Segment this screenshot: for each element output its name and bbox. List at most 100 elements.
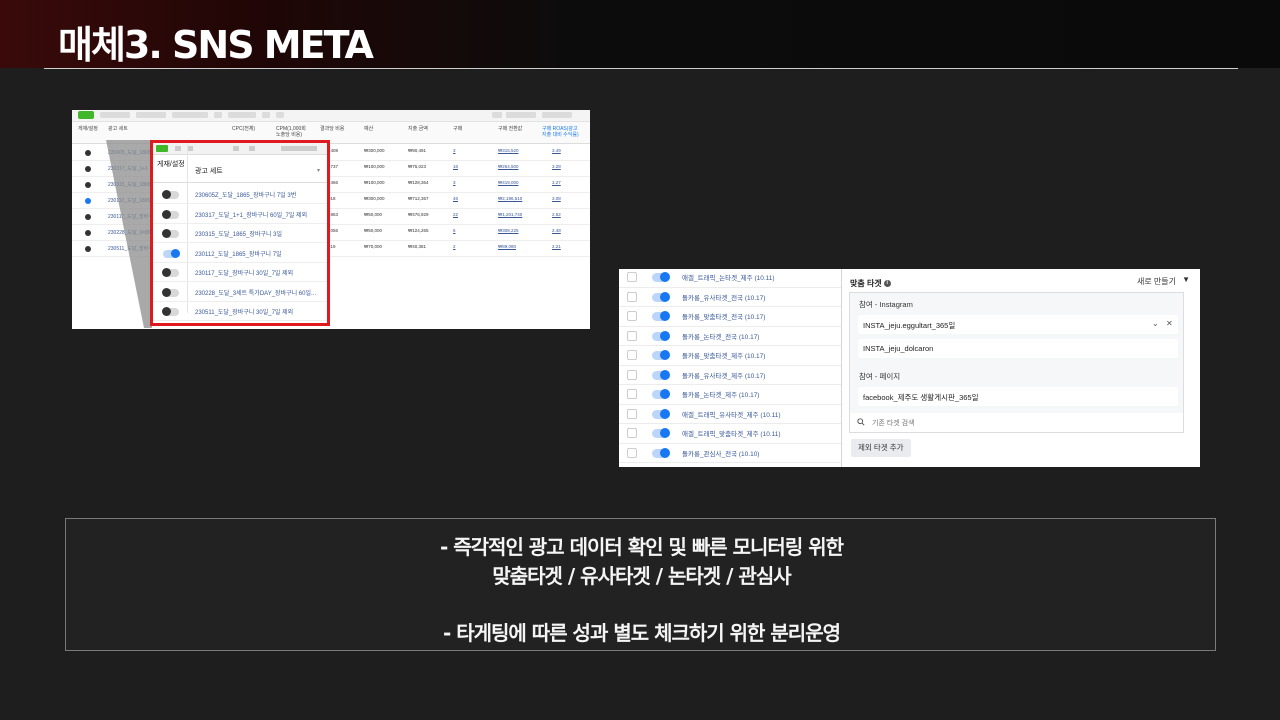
- audience-chip-label: INSTA_jeju_dolcaron: [863, 344, 934, 353]
- delivery-toggle[interactable]: [162, 229, 179, 238]
- adset-name[interactable]: 230117_도달_장바구니 30일_7일 제외: [195, 268, 293, 277]
- adset-name[interactable]: 230317_도달_1+1_장바구니 60일_7일 제외: [195, 210, 307, 219]
- audience-selection-box: 참여 - Instagram INSTA_jeju.eggultart_365일…: [849, 292, 1184, 433]
- delivery-toggle[interactable]: [652, 447, 670, 458]
- delivery-toggle[interactable]: [652, 350, 670, 360]
- list-item[interactable]: 돌카롱_맞춤타겟_전국 (10.17): [619, 307, 841, 327]
- create-new-button[interactable]: 새로 만들기: [1137, 276, 1176, 287]
- toolbar-icon[interactable]: [233, 146, 239, 151]
- toggle-knob: [660, 389, 670, 399]
- summary-line-2: 맞춤타겟 / 유사타겟 / 논타겟 / 관심사: [492, 564, 791, 588]
- chevron-down-icon[interactable]: ⌄: [1152, 319, 1159, 328]
- delivery-toggle[interactable]: [652, 389, 670, 399]
- section-page: 참여 - 페이지: [859, 372, 901, 381]
- adset-list: 애겔_트래픽_논타겟_제주 (10.11) 돌카롱_유사타겟_전국 (10.17)…: [619, 269, 841, 467]
- adset-name[interactable]: 돌카롱_맞춤타겟_제주 (10.17): [682, 350, 765, 360]
- add-exclusion-button[interactable]: 제외 타겟 추가: [851, 439, 911, 457]
- table-row[interactable]: 230317_도달_1+1_장바구니 60일_7일 제외: [153, 204, 327, 224]
- toggle-knob: [162, 209, 171, 219]
- list-item[interactable]: 돌카롱_논타겟_제주 (10.17): [619, 385, 841, 405]
- caret-down-icon[interactable]: ▼: [1182, 275, 1190, 284]
- delivery-toggle[interactable]: [652, 408, 670, 419]
- toggle-knob: [660, 350, 670, 360]
- toggle-knob: [171, 248, 180, 258]
- audience-chip[interactable]: INSTA_jeju.eggultart_365일 ⌄ ✕: [858, 315, 1178, 334]
- list-item[interactable]: 돌카롱_논타겟_전국 (10.17): [619, 327, 841, 346]
- table-row[interactable]: 230315_도달_1865_장바구니 3일: [153, 223, 327, 243]
- adset-name[interactable]: 230228_도달_3세트 특가DAY_장바구니 60일...: [195, 288, 316, 297]
- adset-name[interactable]: 230511_도달_장바구니 30일_7일 제외: [195, 307, 293, 316]
- toggle-knob: [162, 190, 171, 199]
- list-item[interactable]: 돌카롱_맞춤타겟_제주 (10.17): [619, 346, 841, 366]
- toolbar-button[interactable]: [281, 146, 317, 151]
- custom-audience-label: 맞춤 타겟: [850, 279, 882, 288]
- adset-name[interactable]: 애겔_트래픽_맞춤타겟_제주 (10.11): [682, 428, 781, 438]
- delivery-toggle[interactable]: [652, 369, 670, 380]
- delivery-toggle[interactable]: [162, 190, 179, 199]
- adset-name[interactable]: 230315_도달_1865_장바구니 3일: [195, 229, 282, 238]
- close-icon[interactable]: ✕: [1166, 319, 1173, 328]
- delivery-toggle[interactable]: [163, 248, 180, 258]
- audience-chip[interactable]: facebook_제주도 생활게시판_365일: [858, 387, 1178, 406]
- toggle-knob: [660, 447, 670, 458]
- search-input[interactable]: [872, 417, 1172, 429]
- row-checkbox[interactable]: [627, 447, 637, 458]
- adset-name[interactable]: 230605Z_도달_1865_장바구니 7일 3번: [195, 190, 296, 199]
- audience-chip-label: facebook_제주도 생활게시판_365일: [863, 393, 979, 402]
- list-item[interactable]: 애겔_트래픽_맞춤타겟_제주 (10.11): [619, 424, 841, 444]
- adset-name[interactable]: 230112_도달_1865_장바구니 7일: [195, 249, 282, 258]
- toolbar-icon[interactable]: [175, 146, 181, 151]
- table-row[interactable]: 230228_도달_3세트 특가DAY_장바구니 60일...: [153, 282, 327, 302]
- table-row[interactable]: 230605Z_도달_1865_장바구니 7일 3번: [153, 184, 327, 204]
- delivery-toggle[interactable]: [652, 291, 670, 302]
- list-item[interactable]: 돌카롱_관심사_전국 (10.10): [619, 444, 841, 463]
- custom-audience-panel: 맞춤 타겟 i 새로 만들기 ▼ 참여 - Instagram INSTA_jej…: [842, 269, 1200, 467]
- audience-chip[interactable]: INSTA_jeju_dolcaron: [858, 339, 1178, 358]
- row-checkbox[interactable]: [627, 389, 637, 399]
- create-button[interactable]: [156, 145, 168, 152]
- adset-name[interactable]: 애겔_트래픽_논타겟_제주 (10.11): [682, 272, 775, 282]
- table-row[interactable]: 230511_도달_장바구니 30일_7일 제외: [153, 301, 327, 321]
- info-icon[interactable]: i: [883, 280, 891, 288]
- row-checkbox[interactable]: [627, 408, 637, 419]
- summary-line-1: - 즉각적인 광고 데이터 확인 및 빠른 모니터링 위한: [439, 535, 844, 559]
- delivery-toggle[interactable]: [162, 287, 179, 297]
- delivery-toggle[interactable]: [652, 330, 670, 341]
- delivery-toggle[interactable]: [162, 268, 179, 277]
- adset-name[interactable]: 돌카롱_맞춤타겟_전국 (10.17): [682, 311, 765, 321]
- toggle-knob: [162, 229, 171, 238]
- table-row[interactable]: 230117_도달_장바구니 30일_7일 제외: [153, 262, 327, 282]
- zoom-header: 게재/설정 광고 세트 ▾: [153, 155, 327, 183]
- delivery-toggle[interactable]: [652, 428, 670, 438]
- adset-name[interactable]: 돌카롱_유사타겟_전국 (10.17): [682, 292, 765, 302]
- list-item[interactable]: 돌카롱_유사타겟_전국 (10.17): [619, 288, 841, 307]
- adset-name[interactable]: 돌카롱_유사타겟_제주 (10.17): [682, 370, 765, 380]
- page-title: 매체3. SNS META: [58, 23, 374, 67]
- adset-name[interactable]: 돌카롱_논타겟_제주 (10.17): [682, 389, 759, 399]
- delivery-toggle[interactable]: [162, 307, 179, 316]
- row-checkbox[interactable]: [627, 330, 637, 341]
- row-checkbox[interactable]: [627, 272, 637, 282]
- list-item[interactable]: 돌카롱_유사타겟_제주 (10.17): [619, 366, 841, 385]
- row-checkbox[interactable]: [627, 311, 637, 321]
- toolbar-icon[interactable]: [249, 146, 255, 151]
- delivery-toggle[interactable]: [162, 209, 179, 219]
- row-checkbox[interactable]: [627, 369, 637, 380]
- list-item[interactable]: 애겔_트래픽_유사타겟_제주 (10.11): [619, 405, 841, 424]
- toggle-knob: [660, 272, 670, 282]
- toggle-knob: [660, 408, 670, 419]
- toggle-knob: [162, 268, 171, 277]
- sort-caret-icon[interactable]: ▾: [317, 167, 320, 174]
- adset-name[interactable]: 돌카롱_관심사_전국 (10.10): [682, 448, 759, 458]
- zoomed-adset-list: 게재/설정 광고 세트 ▾ 230605Z_도달_1865_장바구니 7일 3번…: [150, 140, 330, 326]
- adset-name[interactable]: 돌카롱_논타겟_전국 (10.17): [682, 331, 759, 341]
- row-checkbox[interactable]: [627, 291, 637, 302]
- delivery-toggle[interactable]: [652, 272, 670, 282]
- row-checkbox[interactable]: [627, 428, 637, 438]
- row-checkbox[interactable]: [627, 350, 637, 360]
- custom-audience-title: 맞춤 타겟 i: [850, 278, 891, 289]
- table-row[interactable]: 230112_도달_1865_장바구니 7일: [153, 243, 327, 263]
- delivery-toggle[interactable]: [652, 311, 670, 321]
- list-item[interactable]: 애겔_트래픽_논타겟_제주 (10.11): [619, 269, 841, 288]
- adset-name[interactable]: 애겔_트래픽_유사타겟_제주 (10.11): [682, 409, 781, 419]
